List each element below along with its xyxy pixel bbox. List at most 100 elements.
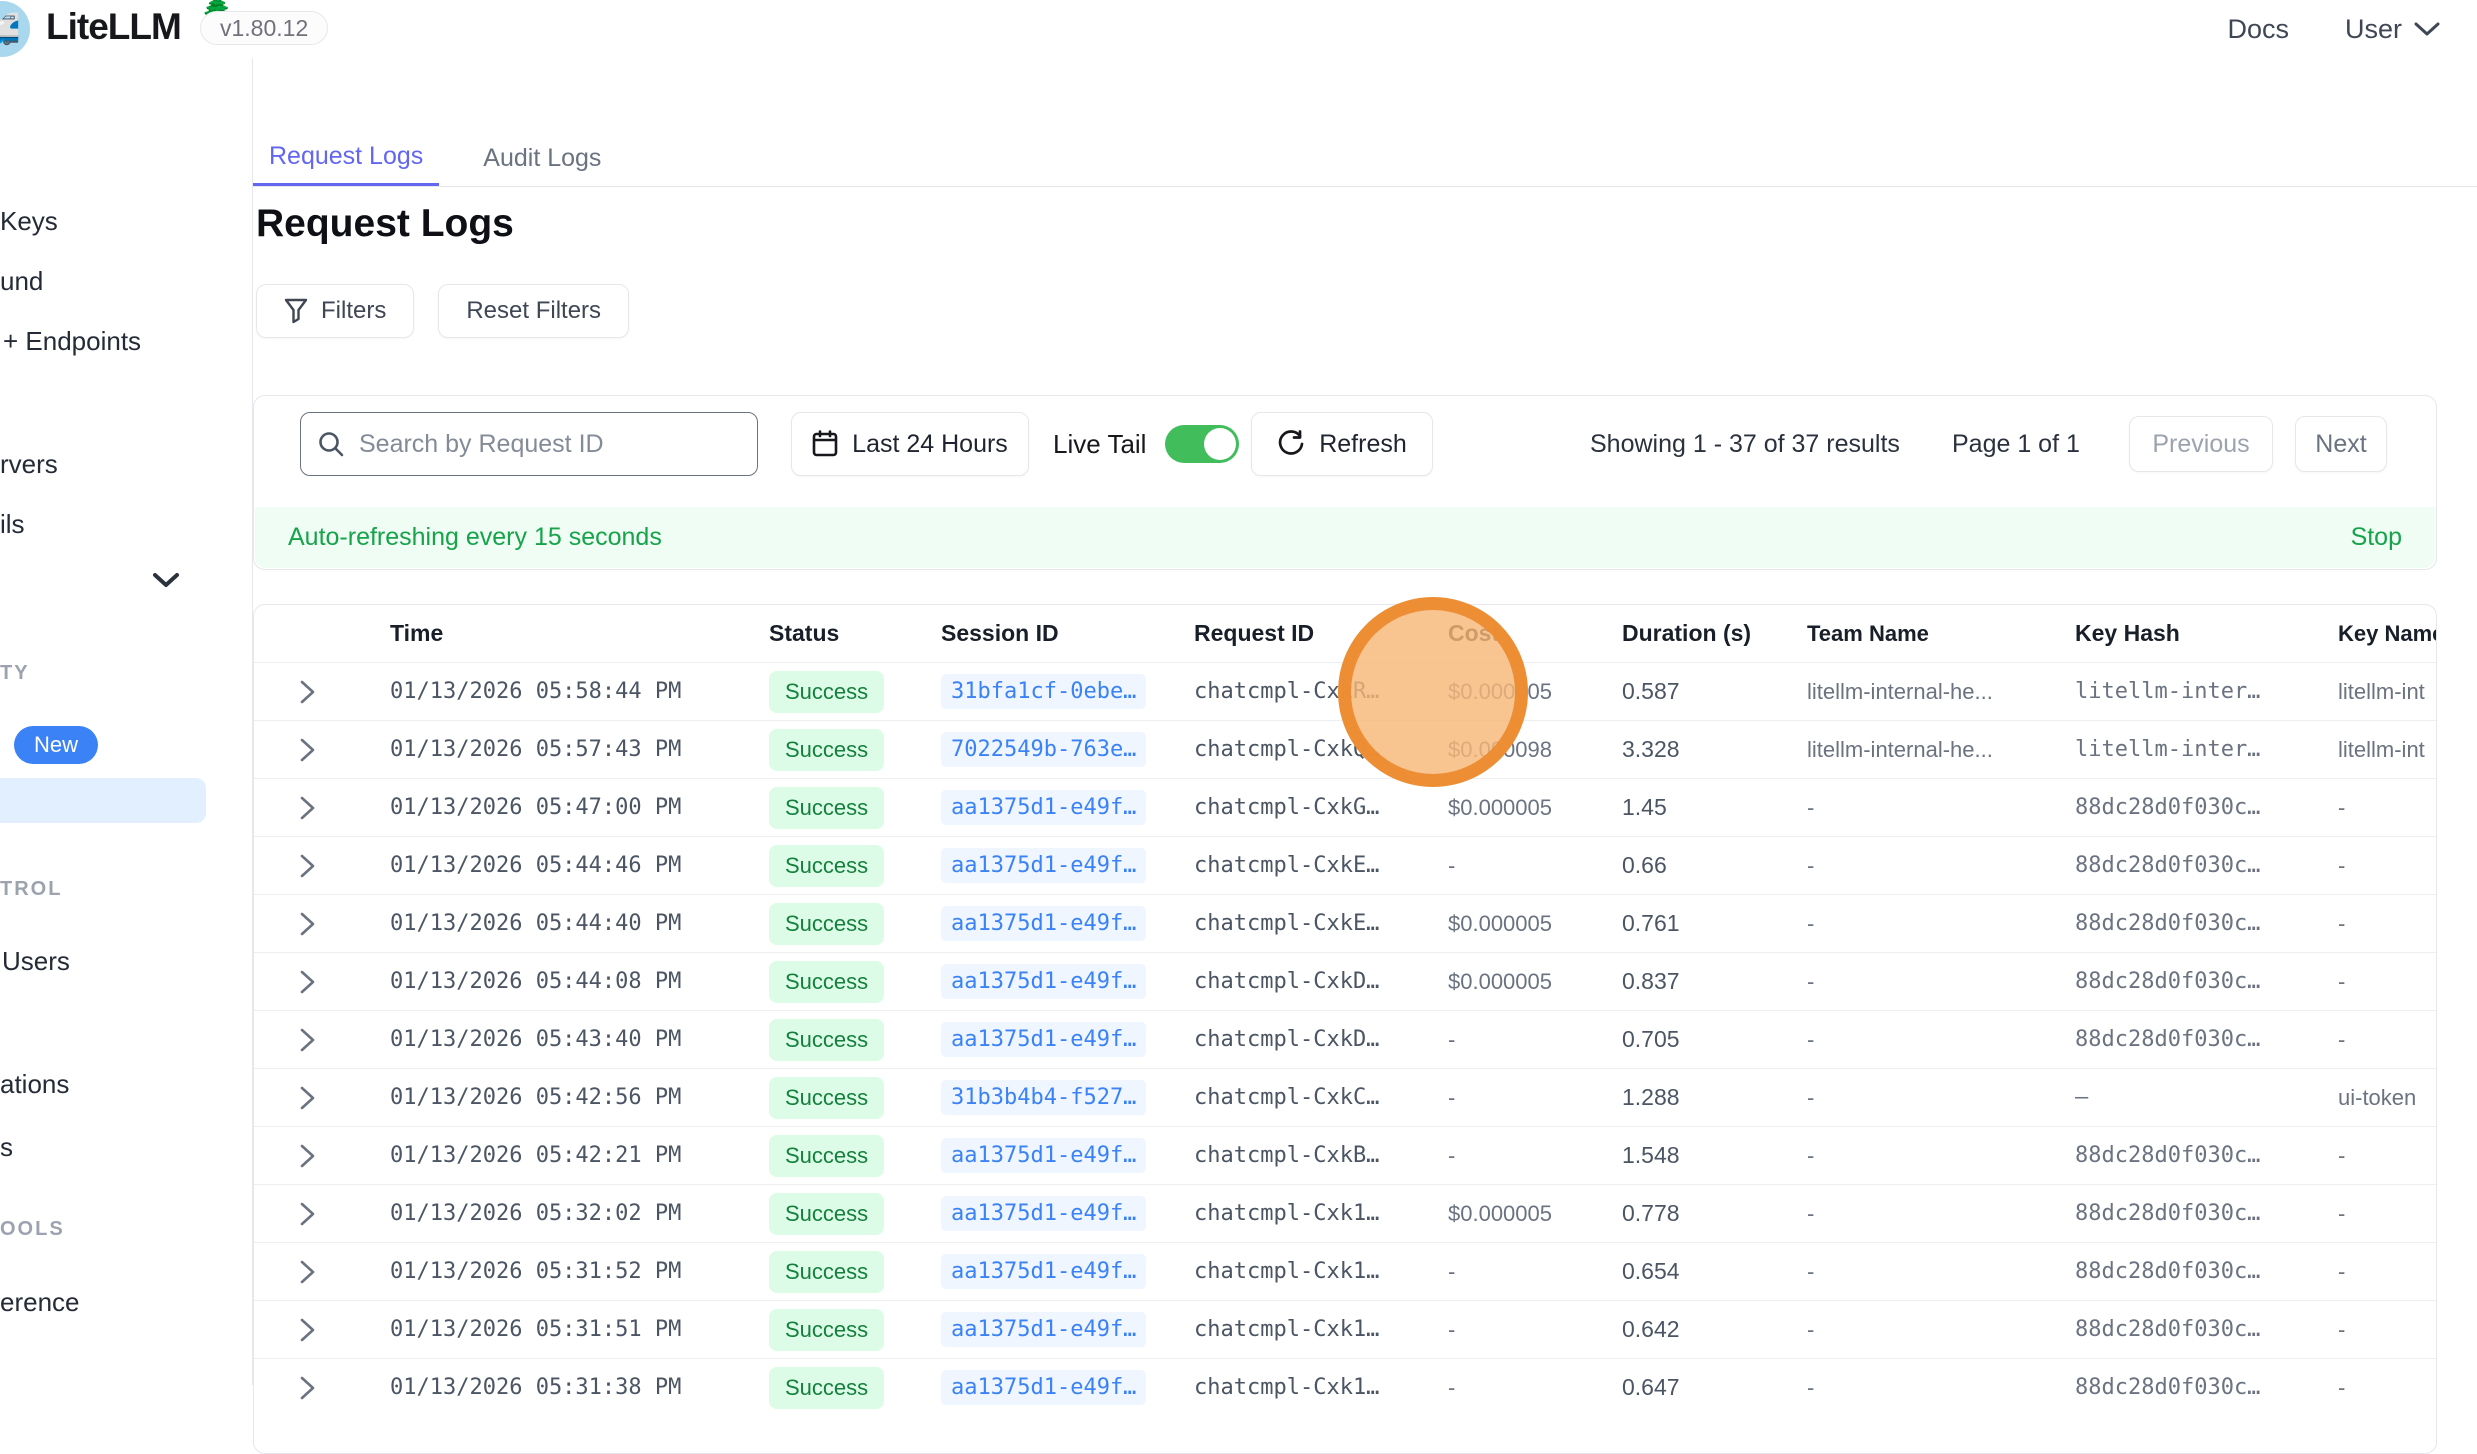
session-id-link[interactable]: aa1375d1-e49f… [941, 1138, 1146, 1173]
session-id-link[interactable]: 31b3b4b4-f527… [941, 1080, 1146, 1115]
sidebar-item-models-endpoints[interactable]: + Endpoints [3, 326, 141, 357]
header-request-id: Request ID [1194, 620, 1448, 647]
sidebar-item-internal-users[interactable]: Users [2, 946, 70, 977]
sidebar-item-servers[interactable]: rvers [0, 449, 58, 480]
team-name-cell: - [1807, 1317, 2075, 1343]
status-badge: Success [769, 1077, 884, 1119]
sidebar-chevron-down-icon[interactable] [152, 572, 180, 588]
key-hash-cell: 88dc28d0f030c… [2075, 853, 2338, 878]
team-name-cell: - [1807, 1201, 2075, 1227]
expand-row-button[interactable] [299, 1026, 316, 1054]
session-id-link[interactable]: aa1375d1-e49f… [941, 848, 1146, 883]
time-range-label: Last 24 Hours [852, 430, 1008, 459]
status-badge: Success [769, 1193, 884, 1235]
session-id-link[interactable]: aa1375d1-e49f… [941, 1022, 1146, 1057]
duration-cell: 0.66 [1622, 852, 1807, 879]
header-status: Status [769, 620, 941, 647]
version-badge: v1.80.12 [200, 11, 328, 45]
toggle-knob [1204, 428, 1236, 460]
time-cell: 01/13/2026 05:58:44 PM [390, 679, 769, 704]
expand-row-button[interactable] [299, 736, 316, 764]
expand-row-button[interactable] [299, 910, 316, 938]
duration-cell: 0.705 [1622, 1026, 1807, 1053]
session-id-link[interactable]: aa1375d1-e49f… [941, 1254, 1146, 1289]
session-id-link[interactable]: aa1375d1-e49f… [941, 1312, 1146, 1347]
user-menu-label: User [2345, 14, 2402, 45]
key-hash-cell: 88dc28d0f030c… [2075, 1201, 2338, 1226]
sidebar-item-teams[interactable]: s [0, 1132, 13, 1163]
logs-controls-card: Last 24 Hours Live Tail Refresh Showing … [253, 395, 2437, 570]
cost-cell: $0.000005 [1448, 1201, 1622, 1227]
session-id-link[interactable]: aa1375d1-e49f… [941, 1196, 1146, 1231]
session-id-link[interactable]: 7022549b-763e… [941, 732, 1146, 767]
search-input[interactable] [359, 430, 741, 459]
tab-audit-logs[interactable]: Audit Logs [467, 130, 617, 186]
request-id-cell: chatcmpl-CxkB… [1194, 1143, 1448, 1168]
table-row: 01/13/2026 05:31:52 PM Success aa1375d1-… [254, 1242, 2436, 1300]
session-id-link[interactable]: aa1375d1-e49f… [941, 906, 1146, 941]
status-badge: Success [769, 1367, 884, 1409]
time-cell: 01/13/2026 05:47:00 PM [390, 795, 769, 820]
status-badge: Success [769, 903, 884, 945]
expand-row-button[interactable] [299, 1200, 316, 1228]
expand-row-button[interactable] [299, 1374, 316, 1402]
live-tail-toggle[interactable] [1165, 425, 1239, 463]
request-id-cell: chatcmpl-CxkD… [1194, 969, 1448, 994]
expand-row-button[interactable] [299, 968, 316, 996]
expand-row-button[interactable] [299, 794, 316, 822]
key-name-cell: litellm-int [2338, 737, 2436, 763]
duration-cell: 0.647 [1622, 1374, 1807, 1401]
reset-filters-button[interactable]: Reset Filters [438, 284, 629, 338]
table-row: 01/13/2026 05:43:40 PM Success aa1375d1-… [254, 1010, 2436, 1068]
sidebar-item-keys[interactable]: Keys [0, 206, 58, 237]
status-badge: Success [769, 1251, 884, 1293]
session-id-link[interactable]: 31bfa1cf-0ebe… [941, 674, 1146, 709]
header-duration: Duration (s) [1622, 620, 1807, 647]
filters-button-label: Filters [321, 297, 386, 325]
sidebar-item-selected-logs[interactable] [0, 778, 206, 823]
previous-page-button[interactable]: Previous [2129, 416, 2273, 472]
key-hash-cell: 88dc28d0f030c… [2075, 911, 2338, 936]
expand-row-button[interactable] [299, 852, 316, 880]
request-logs-table: Time Status Session ID Request ID Cost D… [253, 604, 2437, 1454]
stop-auto-refresh-link[interactable]: Stop [2351, 523, 2402, 552]
page-indicator: Page 1 of 1 [1952, 412, 2080, 476]
sidebar-item-guardrails[interactable]: ils [0, 509, 25, 540]
sidebar-item-playground[interactable]: und [0, 266, 43, 297]
time-range-button[interactable]: Last 24 Hours [791, 412, 1029, 476]
session-id-link[interactable]: aa1375d1-e49f… [941, 964, 1146, 999]
docs-link[interactable]: Docs [2227, 14, 2289, 45]
user-menu[interactable]: User [2345, 14, 2440, 45]
request-id-cell: chatcmpl-Cxk1… [1194, 1259, 1448, 1284]
app-title: LiteLLM [46, 6, 181, 48]
next-page-button[interactable]: Next [2295, 416, 2387, 472]
filters-button[interactable]: Filters [256, 284, 414, 338]
duration-cell: 0.837 [1622, 968, 1807, 995]
expand-row-button[interactable] [299, 1142, 316, 1170]
team-name-cell: litellm-internal-he... [1807, 737, 2075, 763]
sidebar-item-api-reference[interactable]: erence [0, 1287, 80, 1318]
tab-request-logs[interactable]: Request Logs [253, 130, 439, 186]
request-id-cell: chatcmpl-CxkE… [1194, 853, 1448, 878]
request-id-cell: chatcmpl-Cxk1… [1194, 1201, 1448, 1226]
table-row: 01/13/2026 05:44:40 PM Success aa1375d1-… [254, 894, 2436, 952]
key-hash-cell: 88dc28d0f030c… [2075, 1259, 2338, 1284]
expand-row-button[interactable] [299, 678, 316, 706]
expand-row-button[interactable] [299, 1316, 316, 1344]
duration-cell: 3.328 [1622, 736, 1807, 763]
request-id-cell: chatcmpl-CxkG… [1194, 795, 1448, 820]
auto-refresh-message: Auto-refreshing every 15 seconds [288, 523, 662, 552]
key-hash-cell: – [2075, 1085, 2338, 1110]
sidebar-item-organizations[interactable]: ations [0, 1069, 69, 1100]
request-id-cell: chatcmpl-Cxk1… [1194, 1317, 1448, 1342]
key-name-cell: ui-token [2338, 1085, 2436, 1111]
session-id-link[interactable]: aa1375d1-e49f… [941, 790, 1146, 825]
expand-row-button[interactable] [299, 1084, 316, 1112]
cost-cell: $0.000005 [1448, 911, 1622, 937]
header-time: Time [390, 620, 769, 647]
team-name-cell: - [1807, 1027, 2075, 1053]
session-id-link[interactable]: aa1375d1-e49f… [941, 1370, 1146, 1405]
refresh-button[interactable]: Refresh [1251, 412, 1433, 476]
expand-row-button[interactable] [299, 1258, 316, 1286]
request-id-cell: chatcmpl-CxkR… [1194, 679, 1448, 704]
